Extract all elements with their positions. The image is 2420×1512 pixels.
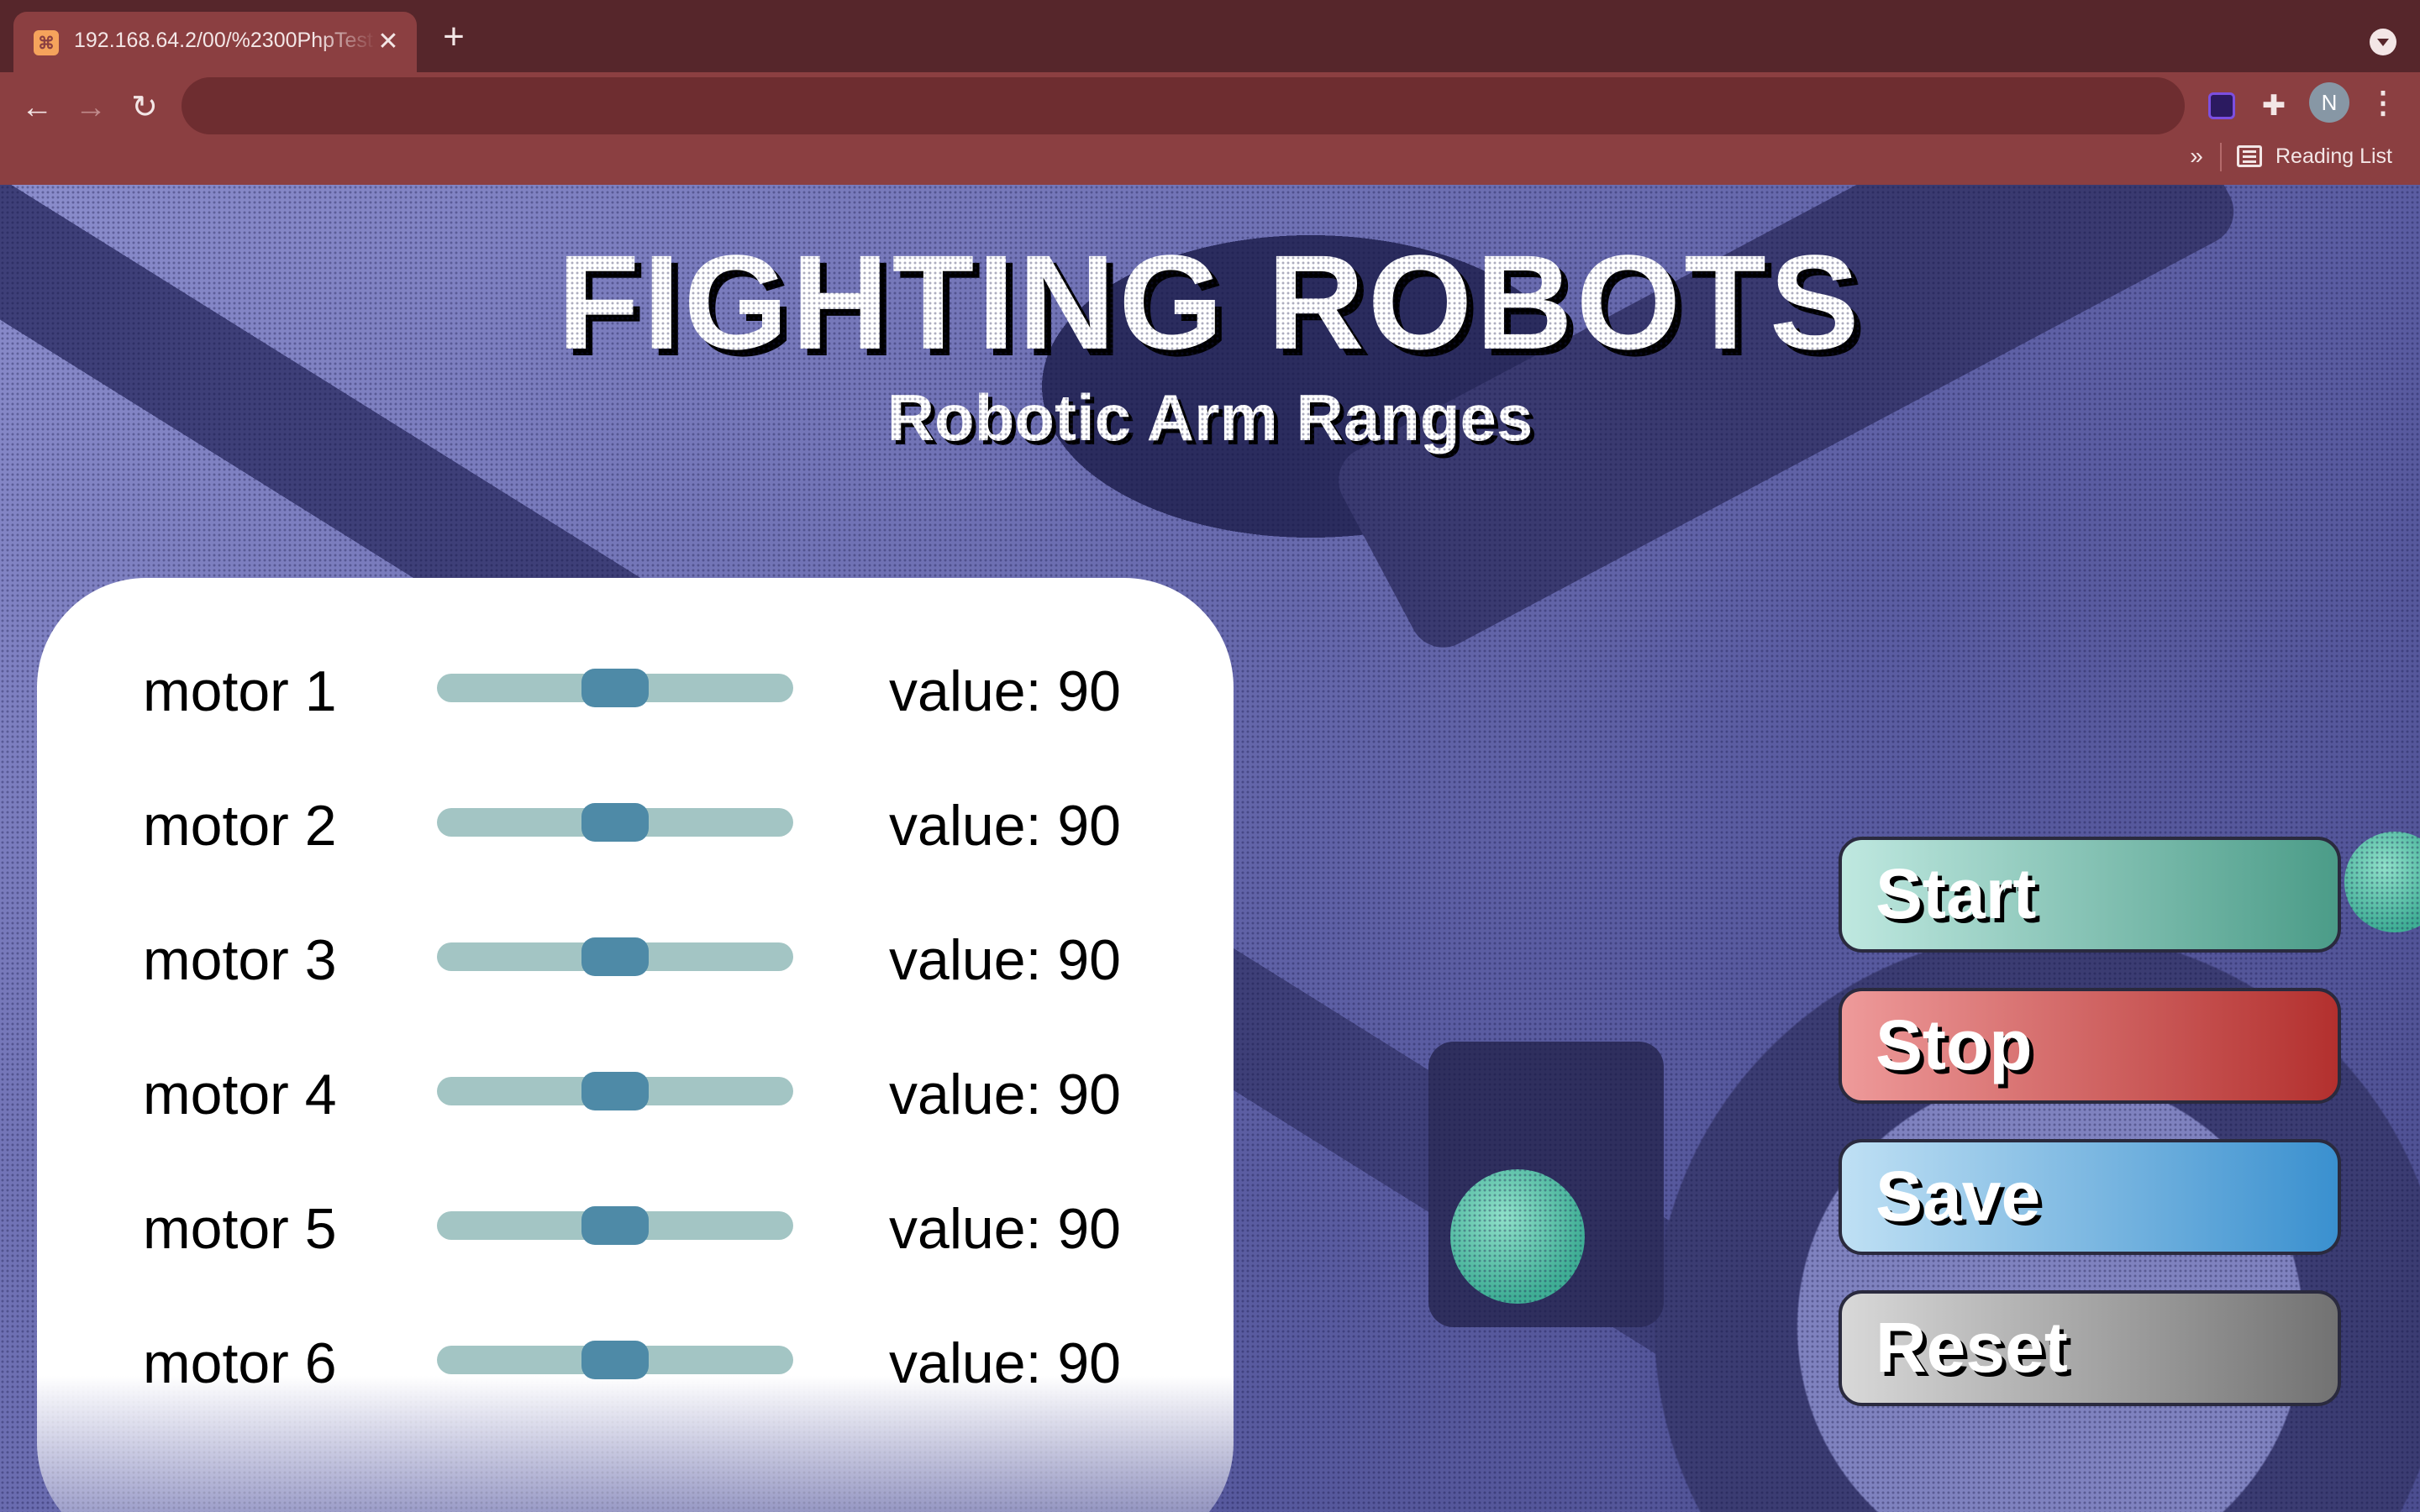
motor-slider[interactable] xyxy=(437,937,793,976)
motor-slider[interactable] xyxy=(437,1206,793,1245)
close-icon[interactable]: ✕ xyxy=(373,27,403,57)
slider-thumb[interactable] xyxy=(581,669,649,707)
forward-arrow-icon[interactable]: → xyxy=(67,84,114,131)
motor-value: value: 90 xyxy=(889,1197,1121,1261)
tab-strip: ⌘ 192.168.64.2/00/%2300PhpTest ✕ + xyxy=(0,0,2420,72)
browser-toolbar: ← → ↻ ✚ N ⋮ » Reading List xyxy=(0,72,2420,185)
motor-slider[interactable] xyxy=(437,1341,793,1379)
motor-value: value: 90 xyxy=(889,659,1121,723)
motor-row: motor 2 value: 90 xyxy=(37,780,1234,864)
page-subtitle: Robotic Arm Ranges xyxy=(886,381,1534,454)
motor-value: value: 90 xyxy=(889,794,1121,858)
page-viewport: FIGHTING ROBOTS Robotic Arm Ranges motor… xyxy=(0,185,2420,1512)
start-button[interactable]: Start xyxy=(1839,837,2341,953)
motor-row: motor 4 value: 90 xyxy=(37,1048,1234,1132)
back-arrow-icon[interactable]: ← xyxy=(13,84,60,131)
reading-list-label: Reading List xyxy=(2275,144,2392,168)
motor-panel: motor 1 value: 90 motor 2 value: 90 moto… xyxy=(37,578,1234,1512)
motor-slider[interactable] xyxy=(437,1072,793,1110)
motor-label: motor 3 xyxy=(143,928,337,992)
slider-thumb[interactable] xyxy=(581,1072,649,1110)
motor-row: motor 1 value: 90 xyxy=(37,645,1234,729)
save-button[interactable]: Save xyxy=(1839,1139,2341,1255)
motor-value: value: 90 xyxy=(889,1331,1121,1395)
tab-title: 192.168.64.2/00/%2300PhpTest xyxy=(74,29,373,52)
reload-icon[interactable]: ↻ xyxy=(121,84,168,131)
xampp-favicon-icon: ⌘ xyxy=(34,30,59,55)
reading-list-icon xyxy=(2237,145,2262,167)
motor-label: motor 6 xyxy=(143,1331,337,1395)
motor-slider[interactable] xyxy=(437,803,793,842)
background-ball xyxy=(1450,1169,1585,1304)
motor-label: motor 2 xyxy=(143,794,337,858)
browser-tab[interactable]: ⌘ 192.168.64.2/00/%2300PhpTest ✕ xyxy=(13,12,417,72)
bookmarks-divider xyxy=(2220,143,2222,171)
background-ball xyxy=(2344,832,2420,932)
motor-row: motor 5 value: 90 xyxy=(37,1183,1234,1267)
motor-label: motor 5 xyxy=(143,1197,337,1261)
plus-icon[interactable]: + xyxy=(435,18,472,57)
motor-slider[interactable] xyxy=(437,669,793,707)
slider-thumb[interactable] xyxy=(581,1206,649,1245)
motor-value: value: 90 xyxy=(889,1063,1121,1126)
motor-value: value: 90 xyxy=(889,928,1121,992)
page-title: FIGHTING ROBOTS xyxy=(557,227,1863,377)
reading-list-button[interactable]: Reading List xyxy=(2237,139,2392,173)
puzzle-icon[interactable]: ✚ xyxy=(2255,87,2292,124)
tab-search-icon[interactable] xyxy=(2370,29,2396,55)
slider-thumb[interactable] xyxy=(581,1341,649,1379)
motor-label: motor 1 xyxy=(143,659,337,723)
motor-row: motor 3 value: 90 xyxy=(37,914,1234,998)
kebab-menu-icon[interactable]: ⋮ xyxy=(2365,82,2402,123)
motor-row: motor 6 value: 90 xyxy=(37,1317,1234,1401)
slider-thumb[interactable] xyxy=(581,803,649,842)
reset-button[interactable]: Reset xyxy=(1839,1290,2341,1406)
stop-button[interactable]: Stop xyxy=(1839,988,2341,1104)
extension-app-icon[interactable] xyxy=(2203,87,2240,124)
address-bar[interactable] xyxy=(182,77,2185,134)
slider-thumb[interactable] xyxy=(581,937,649,976)
bookmarks-overflow-icon[interactable]: » xyxy=(2181,139,2212,173)
motor-label: motor 4 xyxy=(143,1063,337,1126)
avatar[interactable]: N xyxy=(2309,82,2349,123)
